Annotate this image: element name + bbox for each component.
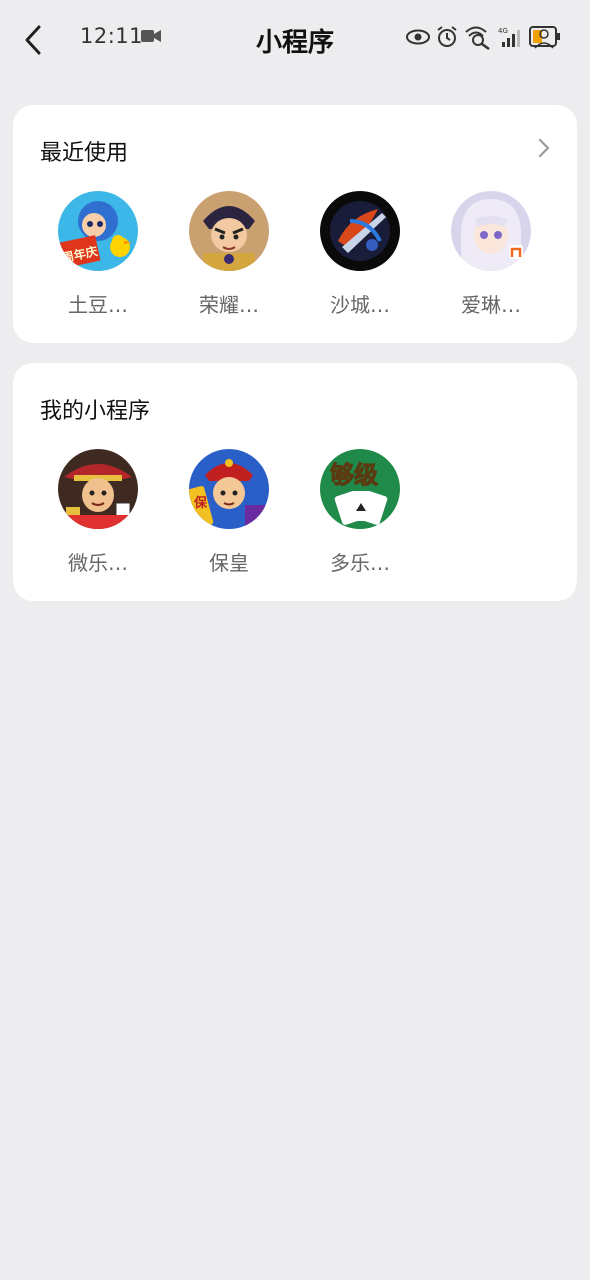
recent-card: 最近使用 周年庆 土豆… 荣耀… 沙城… 爱琳… [13, 105, 577, 343]
recent-app-label: 土豆… [68, 293, 128, 317]
top-bar: 12:11 小程序 4G [0, 0, 590, 80]
recent-title: 最近使用 [40, 141, 129, 166]
recent-app-shacheng[interactable]: 沙城… [310, 191, 410, 318]
battery-icon [529, 26, 560, 49]
recent-app-label: 荣耀… [199, 293, 259, 317]
rongyao-game-icon [189, 191, 269, 271]
ailin-game-icon [451, 191, 531, 271]
baohuang-badge-text: 保 [193, 495, 208, 511]
recent-app-label: 爱琳… [461, 293, 521, 317]
my-miniprograms-title: 我的小程序 [40, 399, 151, 424]
duole-game-icon: 够级 [320, 449, 400, 529]
shacheng-game-icon [320, 191, 400, 271]
recent-app-ailin[interactable]: 爱琳… [441, 191, 541, 318]
signal-4g-icon: 4G [498, 27, 520, 47]
recent-apps: 周年庆 土豆… 荣耀… 沙城… 爱琳… [13, 191, 577, 331]
alarm-icon [437, 26, 457, 47]
eye-icon [406, 29, 430, 45]
status-icons: 4G [406, 24, 564, 50]
my-app-duole[interactable]: 够级 多乐… [310, 449, 410, 576]
my-app-label: 多乐… [330, 551, 390, 575]
my-miniprograms-card: 我的小程序 微乐… 保 保皇 够级 多乐… [13, 363, 577, 601]
tudou-game-icon: 周年庆 [58, 191, 138, 271]
svg-text:4G: 4G [498, 27, 508, 35]
my-app-label: 微乐… [68, 551, 128, 575]
wifi-search-icon [465, 26, 490, 50]
baohuang-game-icon: 保 [189, 449, 269, 529]
chevron-right-icon[interactable] [537, 137, 551, 159]
recent-app-tudou[interactable]: 周年庆 土豆… [48, 191, 148, 318]
recent-app-label: 沙城… [330, 293, 390, 317]
my-app-baohuang[interactable]: 保 保皇 [179, 449, 279, 576]
weile-game-icon [58, 449, 138, 529]
my-apps: 微乐… 保 保皇 够级 多乐… [13, 449, 577, 589]
my-app-label: 保皇 [209, 551, 249, 575]
duole-badge-text: 够级 [330, 461, 378, 489]
my-app-weile[interactable]: 微乐… [48, 449, 148, 576]
recent-app-rongyao[interactable]: 荣耀… [179, 191, 279, 318]
